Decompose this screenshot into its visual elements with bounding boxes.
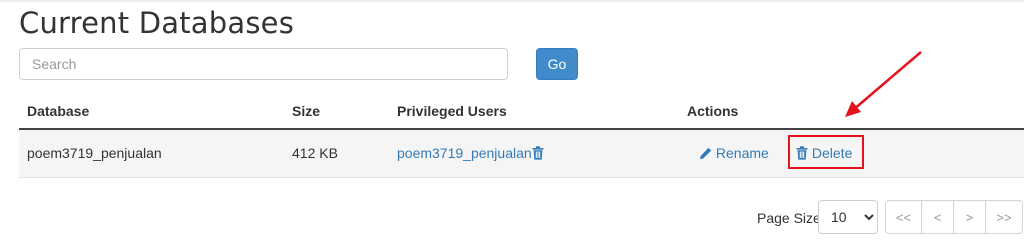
table-row: poem3719_penjualan 412 KB poem3719_penju…: [19, 130, 1024, 178]
search-input[interactable]: [19, 48, 508, 80]
column-header-size[interactable]: Size: [292, 103, 320, 119]
table-header: Database Size Privileged Users Actions: [19, 92, 1024, 130]
privileged-user-cell: poem3719_penjualan: [397, 145, 544, 163]
column-header-actions: Actions: [687, 103, 739, 119]
next-page-button[interactable]: >: [953, 200, 986, 234]
annotation-highlight-box: [788, 135, 864, 169]
column-header-privileged-users[interactable]: Privileged Users: [397, 103, 507, 119]
privileged-user-link[interactable]: poem3719_penjualan: [397, 145, 532, 161]
column-header-database[interactable]: Database: [27, 103, 89, 119]
database-size: 412 KB: [292, 145, 338, 161]
trash-icon[interactable]: [532, 146, 544, 163]
page-size-select[interactable]: 10: [818, 200, 878, 234]
go-button[interactable]: Go: [536, 48, 578, 80]
database-name: poem3719_penjualan: [27, 145, 162, 161]
top-divider: [0, 0, 1024, 3]
databases-table: Database Size Privileged Users Actions p…: [19, 92, 1024, 178]
pagination-controls: << < > >>: [885, 200, 1023, 234]
page-title: Current Databases: [19, 6, 295, 40]
rename-button[interactable]: Rename: [699, 145, 769, 163]
pencil-icon: [699, 147, 712, 163]
last-page-button[interactable]: >>: [985, 200, 1023, 234]
previous-page-button[interactable]: <: [921, 200, 954, 234]
page-size-label: Page Size: [757, 210, 821, 226]
first-page-button[interactable]: <<: [885, 200, 922, 234]
rename-label: Rename: [715, 145, 769, 161]
